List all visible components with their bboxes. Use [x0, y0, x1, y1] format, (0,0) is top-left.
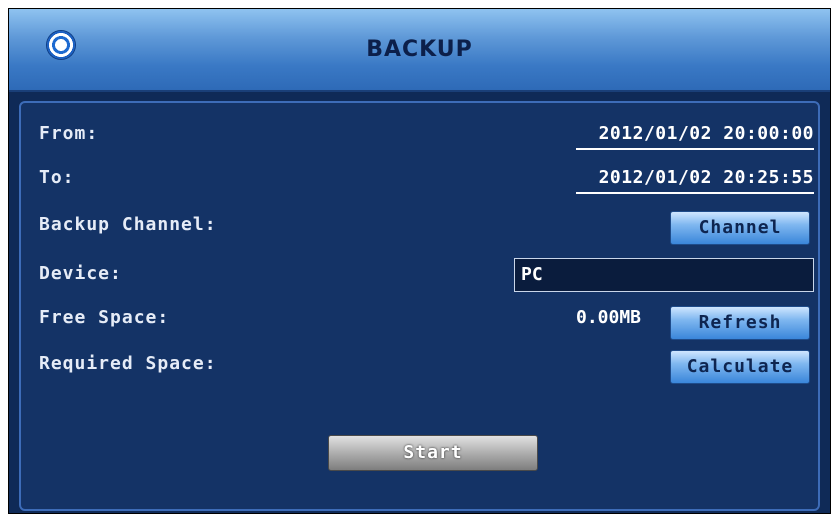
required-space-label: Required Space: — [39, 353, 217, 374]
device-select[interactable]: PC — [514, 258, 814, 292]
title-bar: BACKUP — [9, 9, 830, 92]
to-datetime-field[interactable]: 2012/01/02 20:25:55 — [576, 167, 814, 194]
device-label: Device: — [39, 263, 122, 284]
backup-channel-label: Backup Channel: — [39, 214, 217, 235]
refresh-button[interactable]: Refresh — [670, 306, 810, 340]
start-button[interactable]: Start — [328, 435, 538, 471]
free-space-label: Free Space: — [39, 307, 170, 328]
backup-panel: From: 2012/01/02 20:00:00 To: 2012/01/02… — [19, 101, 820, 511]
to-label: To: — [39, 167, 75, 188]
backup-window: BACKUP From: 2012/01/02 20:00:00 To: 201… — [8, 8, 831, 514]
channel-button[interactable]: Channel — [670, 211, 810, 245]
calculate-button[interactable]: Calculate — [670, 350, 810, 384]
window-title: BACKUP — [366, 37, 473, 62]
from-label: From: — [39, 123, 99, 144]
from-datetime-field[interactable]: 2012/01/02 20:00:00 — [576, 123, 814, 150]
free-space-value: 0.00MB — [576, 307, 642, 328]
